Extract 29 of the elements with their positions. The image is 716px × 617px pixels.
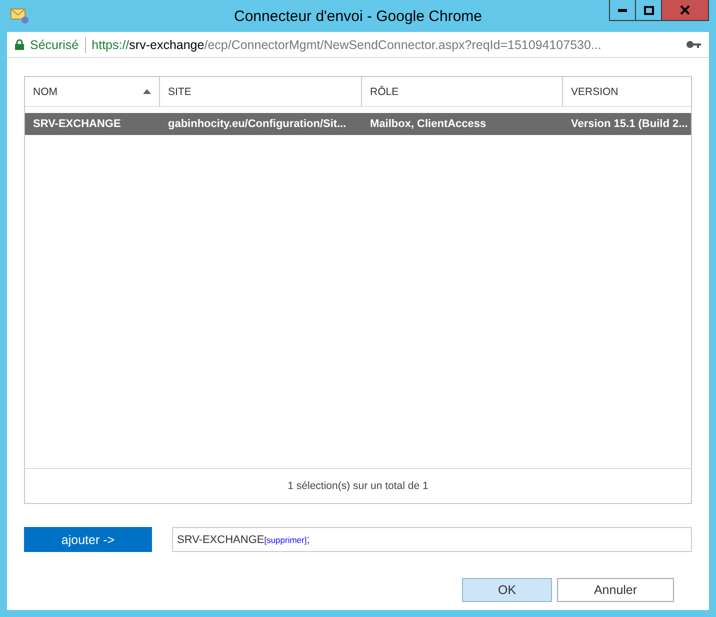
maximize-icon bbox=[644, 6, 654, 14]
security-label: Sécurisé bbox=[30, 38, 79, 52]
cancel-button[interactable]: Annuler bbox=[557, 578, 674, 602]
close-icon bbox=[680, 5, 690, 15]
entry-name: SRV-EXCHANGE bbox=[177, 534, 264, 546]
table-cell-text: Version 15.1 (Build 2... bbox=[570, 117, 689, 132]
selected-field[interactable]: SRV-EXCHANGE[supprimer]; bbox=[172, 527, 692, 552]
column-header[interactable]: NOM bbox=[25, 77, 160, 106]
minimize-icon bbox=[618, 8, 627, 12]
sort-icon bbox=[143, 89, 151, 94]
close-button[interactable] bbox=[661, 0, 709, 21]
selection-count: 1 sélection(s) sur un total de 1 bbox=[288, 480, 428, 492]
ok-button[interactable]: OK bbox=[462, 578, 552, 602]
column-header[interactable]: RÔLE bbox=[362, 77, 563, 106]
entry-separator: ; bbox=[306, 534, 310, 546]
column-header[interactable]: SITE bbox=[160, 77, 362, 106]
add-button[interactable]: ajouter -> bbox=[24, 527, 152, 552]
remove-link[interactable]: [supprimer] bbox=[264, 534, 307, 544]
minimize-button[interactable] bbox=[609, 0, 636, 21]
url-text[interactable]: https://srv-exchange/ecp/ConnectorMgmt/NewSendConnector.aspx?reqId=151094107530... bbox=[92, 38, 680, 52]
table-cell-text: Mailbox, ClientAccess bbox=[369, 117, 488, 132]
window-title: Connecteur d'envoi - Google Chrome bbox=[233, 8, 483, 24]
column-header[interactable]: VERSION bbox=[563, 77, 691, 106]
lock-icon bbox=[15, 39, 24, 50]
table-cell-text: gabinhocity.eu/Configuration/Sit... bbox=[167, 117, 348, 132]
table-row[interactable]: SRV-EXCHANGE gabinhocity.eu/Configuration/Sit... Mailbox, ClientAccess Version 15.1 (Build 2... bbox=[25, 113, 691, 135]
key-icon[interactable] bbox=[686, 40, 701, 49]
table-cell-text: SRV-EXCHANGE bbox=[32, 117, 122, 132]
mail-icon bbox=[10, 8, 30, 24]
